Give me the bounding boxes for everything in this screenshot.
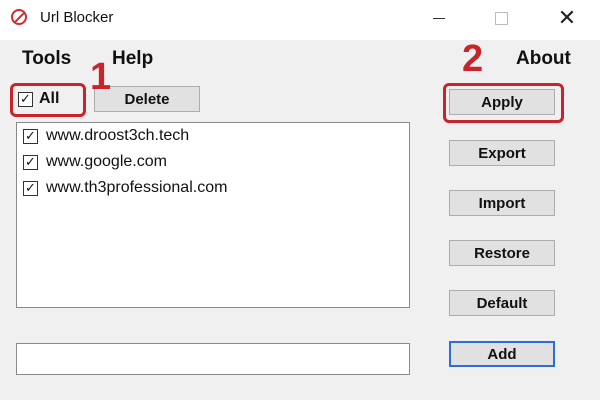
menu-about[interactable]: About <box>516 48 571 70</box>
checkbox-checked-icon[interactable]: ✓ <box>23 154 38 170</box>
add-button[interactable]: Add <box>449 341 555 367</box>
list-item[interactable]: ✓ www.google.com <box>23 151 167 173</box>
annotation-highlight-2 <box>443 83 564 123</box>
menu-help[interactable]: Help <box>112 48 153 70</box>
url-text: www.droost3ch.tech <box>46 127 190 144</box>
annotation-number-2: 2 <box>462 38 484 80</box>
maximize-button[interactable] <box>478 0 524 36</box>
close-button[interactable]: ✕ <box>544 0 590 36</box>
default-button[interactable]: Default <box>449 290 555 316</box>
export-button[interactable]: Export <box>449 140 555 166</box>
checkbox-checked-icon[interactable]: ✓ <box>23 180 38 196</box>
minimize-icon <box>433 17 445 19</box>
menu-tools[interactable]: Tools <box>22 48 71 70</box>
close-icon: ✕ <box>557 5 577 30</box>
minimize-button[interactable] <box>416 0 462 36</box>
annotation-number-1: 1 <box>90 56 112 98</box>
url-text: www.google.com <box>46 153 167 170</box>
restore-button[interactable]: Restore <box>449 240 555 266</box>
maximize-icon <box>494 11 508 25</box>
url-text: www.th3professional.com <box>46 179 228 196</box>
title-bar: Url Blocker ✕ <box>0 0 600 38</box>
block-icon <box>11 9 27 25</box>
window-title: Url Blocker <box>40 9 114 26</box>
import-button[interactable]: Import <box>449 190 555 216</box>
url-blocker-window: Url Blocker ✕ Tools Help About ✓ All Del… <box>0 0 600 400</box>
url-input[interactable] <box>16 343 410 375</box>
list-item[interactable]: ✓ www.th3professional.com <box>23 177 227 199</box>
url-listbox[interactable]: ✓ www.droost3ch.tech ✓ www.google.com ✓ … <box>16 122 410 308</box>
list-item[interactable]: ✓ www.droost3ch.tech <box>23 125 189 147</box>
checkbox-checked-icon[interactable]: ✓ <box>23 128 38 144</box>
annotation-highlight-1 <box>10 83 86 117</box>
